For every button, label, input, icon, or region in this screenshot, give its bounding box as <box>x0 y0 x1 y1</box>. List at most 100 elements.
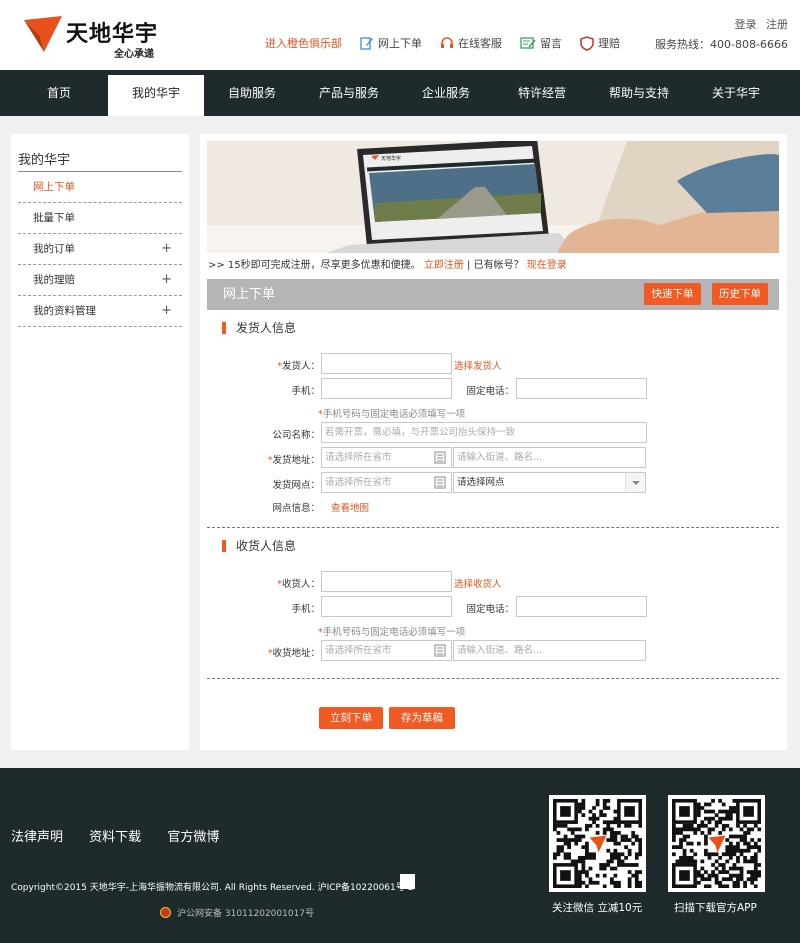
receiver-city-select[interactable]: 请选择所在省市 <box>321 640 452 661</box>
save-draft-button[interactable]: 存为草稿 <box>389 707 455 729</box>
view-map-link[interactable]: 查看地图 <box>331 500 369 514</box>
message-icon <box>520 37 536 49</box>
expand-icon[interactable]: + <box>161 265 172 295</box>
submit-order-button[interactable]: 立刻下单 <box>319 707 383 729</box>
sender-phone-input[interactable] <box>516 378 647 399</box>
auth-links: 登录 注册 <box>729 16 789 32</box>
online-order-link[interactable]: 网上下单 <box>360 35 422 51</box>
outlet-info-label: 网点信息： <box>272 503 320 514</box>
weibo-link[interactable]: 官方微博 <box>167 830 219 845</box>
site-footer: 法律声明 资料下载 官方微博 Copyright©2015 天地华宇-上海华振物… <box>0 768 800 943</box>
online-service-link[interactable]: 在线客服 <box>440 35 502 51</box>
message-link[interactable]: 留言 <box>520 35 562 51</box>
logo-mark-icon <box>24 16 62 52</box>
nav-enterprise[interactable]: 企业服务 <box>398 70 494 116</box>
police-badge-icon <box>160 907 171 918</box>
receiver-phone-label: 固定电话： <box>466 604 514 615</box>
company-label: 公司名称： <box>272 430 320 441</box>
sender-phone-hint: *手机号码与固定电话必须填写一项 <box>318 409 466 420</box>
app-qr-label: 扫描下载官方APP <box>674 902 757 914</box>
sender-phone-label: 固定电话： <box>466 386 514 397</box>
sidebar-title: 我的华宇 <box>18 134 182 172</box>
headset-icon <box>441 37 453 48</box>
expand-icon[interactable]: + <box>161 296 172 326</box>
register-prompt: >> 15秒即可完成注册，尽享更多优惠和便捷。 立即注册 | 已有帐号？ 现在登… <box>208 260 567 271</box>
top-links: 进入橙色俱乐部 网上下单 在线客服 留言 理赔 <box>265 35 638 51</box>
brand-logo[interactable]: 天地华宇 全心承递 <box>22 14 172 60</box>
laptop-illustration: 天地华宇 <box>207 141 779 253</box>
sender-street-input[interactable]: 请输入街道、路名... <box>453 447 646 468</box>
receiver-phone-hint: *手机号码与固定电话必须填写一项 <box>318 627 466 638</box>
legal-link[interactable]: 法律声明 <box>11 830 63 845</box>
receiver-street-input[interactable]: 请输入街道、路名... <box>453 640 646 661</box>
order-header-bar: 网上下单 快速下单 历史下单 <box>207 279 779 310</box>
nav-about[interactable]: 关于华宇 <box>688 70 784 116</box>
downloads-link[interactable]: 资料下载 <box>89 830 141 845</box>
receiver-name-label: *收货人： <box>277 579 320 590</box>
nav-home[interactable]: 首页 <box>10 70 108 116</box>
wechat-qr-code <box>549 795 646 892</box>
outlet-city-select[interactable]: 请选择所在省市 <box>321 472 452 493</box>
sender-name-label: *发货人： <box>277 361 320 372</box>
history-order-button[interactable]: 历史下单 <box>712 283 768 305</box>
receiver-mobile-label: 手机： <box>291 604 320 615</box>
choose-sender-link[interactable]: 选择发货人 <box>454 358 502 372</box>
nav-help[interactable]: 帮助与支持 <box>590 70 688 116</box>
site-seal[interactable] <box>400 874 415 889</box>
orange-club-link[interactable]: 进入橙色俱乐部 <box>265 35 342 51</box>
register-link[interactable]: 注册 <box>766 18 788 31</box>
nav-products[interactable]: 产品与服务 <box>300 70 398 116</box>
receiver-address-label: *收货地址： <box>267 648 320 659</box>
qr-code-icon <box>553 799 643 889</box>
sidebar: 我的华宇 网上下单 批量下单 我的订单 + 我的理赔 + 我的资料管理 + <box>11 134 189 750</box>
brand-name: 天地华宇 <box>66 22 159 47</box>
order-title: 网上下单 <box>223 287 276 302</box>
sidebar-item-batch-order[interactable]: 批量下单 <box>18 203 182 234</box>
receiver-phone-input[interactable] <box>516 596 647 617</box>
sidebar-item-profile[interactable]: 我的资料管理 + <box>18 296 182 327</box>
nav-franchise[interactable]: 特许经营 <box>494 70 590 116</box>
address-book-icon <box>434 476 446 489</box>
nav-self-service[interactable]: 自助服务 <box>204 70 300 116</box>
nav-my-huayu[interactable]: 我的华宇 <box>108 75 204 116</box>
receiver-name-input[interactable] <box>321 571 452 592</box>
outlet-select[interactable]: 请选择网点 <box>453 472 646 493</box>
login-link[interactable]: 登录 <box>735 18 757 31</box>
sender-mobile-input[interactable] <box>321 378 452 399</box>
address-book-icon <box>434 644 446 657</box>
sender-name-input[interactable] <box>321 353 452 374</box>
app-qr-code <box>668 795 765 892</box>
company-input[interactable]: 若需开票，需必填，与开票公司抬头保持一致 <box>321 422 647 443</box>
police-record[interactable]: 沪公网安备 31011202001017号 <box>160 906 314 919</box>
brand-slogan: 全心承递 <box>114 49 154 60</box>
choose-receiver-link[interactable]: 选择收货人 <box>454 576 502 590</box>
receiver-mobile-input[interactable] <box>321 596 452 617</box>
receiver-section-title: 收货人信息 <box>222 540 296 552</box>
sender-mobile-label: 手机： <box>291 386 320 397</box>
hotline: 服务热线：400-808-6666 <box>655 38 788 51</box>
site-header: 天地华宇 全心承递 登录 注册 进入橙色俱乐部 网上下单 在线客服 留言 理赔 … <box>0 0 800 70</box>
footer-links: 法律声明 资料下载 官方微博 <box>11 826 241 845</box>
sender-section-title: 发货人信息 <box>222 322 296 334</box>
sender-city-select[interactable]: 请选择所在省市 <box>321 447 452 468</box>
screen-brand: 天地华宇 <box>381 155 401 162</box>
sidebar-item-my-claims[interactable]: 我的理赔 + <box>18 265 182 296</box>
section-divider <box>207 678 779 679</box>
login-now-link[interactable]: 现在登录 <box>527 260 567 271</box>
quick-order-button[interactable]: 快速下单 <box>644 283 701 305</box>
sidebar-item-online-order[interactable]: 网上下单 <box>18 172 182 203</box>
qr-code-icon <box>672 799 762 889</box>
claim-link[interactable]: 理赔 <box>580 35 620 51</box>
address-book-icon <box>434 451 446 464</box>
edit-icon <box>360 37 373 50</box>
shield-icon <box>580 35 594 51</box>
chevron-down-icon <box>625 473 645 492</box>
register-now-link[interactable]: 立即注册 <box>424 260 464 271</box>
promo-banner[interactable]: 天地华宇 <box>207 141 779 253</box>
sidebar-item-my-orders[interactable]: 我的订单 + <box>18 234 182 265</box>
sender-address-label: *发货地址： <box>267 455 320 466</box>
copyright: Copyright©2015 天地华宇-上海华振物流有限公司. All Righ… <box>11 883 414 893</box>
wechat-qr-label: 关注微信 立减10元 <box>552 902 643 914</box>
expand-icon[interactable]: + <box>161 234 172 264</box>
outlet-label: 发货网点： <box>272 480 320 491</box>
